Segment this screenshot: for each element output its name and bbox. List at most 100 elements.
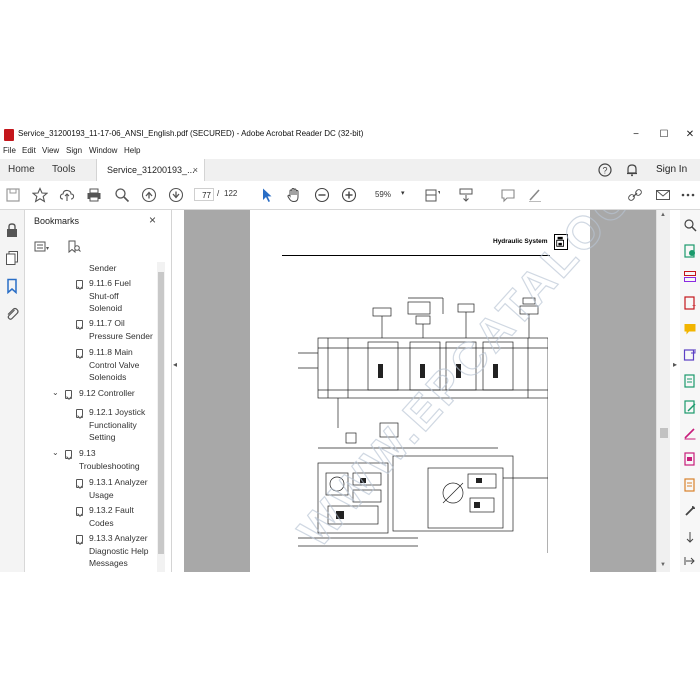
bookmarks-scrollbar[interactable] [157, 262, 165, 572]
bookmark-item-troubleshooting[interactable]: 9.13 Troubleshooting [79, 447, 140, 472]
menu-file[interactable]: File [3, 146, 16, 155]
collapse-tools-pane-icon[interactable] [683, 554, 697, 568]
print-production-icon[interactable] [683, 452, 697, 466]
hydraulic-system-icon [554, 234, 568, 250]
lock-icon[interactable] [4, 222, 20, 238]
menu-edit[interactable]: Edit [22, 146, 36, 155]
maximize-button[interactable]: ☐ [650, 126, 678, 144]
more-tools-wrench-icon[interactable] [683, 504, 697, 518]
save-icon[interactable] [5, 187, 21, 203]
document-viewer[interactable]: Hydraulic System WWW.EPCATALOG.COM [184, 210, 656, 572]
sign-in-link[interactable]: Sign In [656, 159, 687, 181]
bookmark-item-fuel-shutoff-solenoid[interactable]: 9.11.6 Fuel Shut-off Solenoid [89, 277, 131, 315]
bookmarks-panel-title: Bookmarks [34, 216, 80, 226]
menu-sign[interactable]: Sign [66, 146, 82, 155]
attachments-paperclip-icon[interactable] [4, 306, 20, 322]
bookmark-page-icon [65, 450, 72, 459]
close-tab-button[interactable]: × [193, 159, 198, 181]
tab-tools[interactable]: Tools [52, 159, 75, 181]
previous-page-icon[interactable] [141, 187, 157, 203]
bookmarks-scroll-thumb[interactable] [158, 272, 164, 554]
bookmark-item-fault-codes[interactable]: 9.13.2 Fault Codes [89, 504, 134, 529]
tab-home[interactable]: Home [8, 159, 35, 181]
bookmarks-panel: Bookmarks × ▾ Sender 9.11.6 Fuel Shut-of… [25, 210, 172, 572]
hand-tool-icon[interactable] [286, 187, 302, 203]
left-navigation-rail [0, 210, 25, 572]
window-title-bar: Service_31200193_11-17-06_ANSI_English.p… [0, 126, 700, 144]
zoom-out-icon[interactable] [314, 187, 330, 203]
close-window-button[interactable]: ✕ [676, 126, 700, 144]
bookmark-page-icon [76, 507, 83, 516]
svg-text:+: + [692, 303, 696, 310]
bookmark-item-analyzer-diagnostic-help-messages[interactable]: 9.13.3 Analyzer Diagnostic Help Messages [89, 532, 149, 570]
svg-text:?: ? [602, 166, 607, 176]
tab-bar: Home Tools Service_31200193_... × ? Sign… [0, 159, 700, 182]
organize-pages-icon[interactable] [683, 270, 697, 284]
bookmark-item-main-control-valve-solenoids[interactable]: 9.11.8 Main Control Valve Solenoids [89, 346, 139, 384]
bookmark-page-icon [76, 349, 83, 358]
bookmark-star-icon[interactable] [32, 187, 48, 203]
svg-text:▾: ▾ [438, 190, 440, 196]
upload-cloud-icon[interactable] [59, 187, 75, 203]
page-fit-icon[interactable]: ▾ [424, 187, 440, 203]
bookmark-item-joystick-functionality-setting[interactable]: 9.12.1 Joystick Functionality Setting [89, 406, 145, 444]
export-pdf-icon[interactable] [683, 244, 697, 258]
scroll-down-arrow-icon[interactable]: ▼ [660, 562, 666, 568]
select-cursor-icon[interactable] [259, 187, 275, 203]
bookmark-item-analyzer-usage[interactable]: 9.13.1 Analyzer Usage [89, 476, 148, 501]
share-link-icon[interactable] [627, 187, 643, 203]
bookmark-item-controller[interactable]: 9.12 Controller [79, 387, 135, 400]
search-zoom-icon[interactable] [114, 187, 130, 203]
create-pdf-icon[interactable]: + [683, 296, 697, 310]
zoom-level-field[interactable]: 59% [368, 188, 398, 201]
page-thumbnails-icon[interactable] [4, 250, 20, 266]
zoom-dropdown-chevron-icon[interactable]: ▾ [401, 189, 405, 197]
more-tools-icon[interactable] [680, 187, 696, 203]
acrobat-app-icon [4, 129, 14, 141]
notifications-bell-icon[interactable] [625, 163, 639, 177]
search-tool-icon[interactable] [683, 218, 697, 232]
bookmark-page-icon [76, 409, 83, 418]
help-icon[interactable]: ? [598, 163, 612, 177]
comment-tool-icon[interactable] [683, 322, 697, 336]
bookmark-page-icon [76, 280, 83, 289]
compress-pdf-icon[interactable] [683, 374, 697, 388]
document-tab-label: Service_31200193_... [107, 165, 195, 175]
collapse-left-pane-chevron-icon[interactable]: ◂ [173, 360, 177, 369]
bookmarks-ribbon-icon[interactable] [4, 278, 20, 295]
next-page-icon[interactable] [168, 187, 184, 203]
main-toolbar: 77 / 122 59% ▾ ▾ [0, 181, 700, 210]
fill-sign-icon[interactable] [683, 426, 697, 440]
protect-icon[interactable] [683, 478, 697, 492]
edit-pdf-icon[interactable] [683, 400, 697, 414]
highlight-pen-icon[interactable] [527, 187, 543, 203]
vertical-more-icon[interactable] [683, 530, 697, 544]
find-bookmark-icon[interactable] [66, 240, 82, 254]
document-scroll-thumb[interactable] [660, 428, 668, 438]
document-scrollbar[interactable]: ▲ ▼ [656, 210, 670, 572]
comment-icon[interactable] [500, 187, 516, 203]
page-separator: / [217, 189, 220, 198]
menu-window[interactable]: Window [89, 146, 117, 155]
share-tool-icon[interactable] [683, 348, 697, 362]
menu-view[interactable]: View [42, 146, 59, 155]
scroll-up-arrow-icon[interactable]: ▲ [660, 212, 666, 218]
hydraulic-schematic-diagram [298, 297, 548, 553]
expand-chevron-down-icon[interactable]: ⌄ [52, 448, 59, 457]
tab-document[interactable]: Service_31200193_... × [96, 159, 205, 181]
expand-chevron-down-icon[interactable]: ⌄ [52, 388, 59, 397]
page-number-input[interactable]: 77 [194, 188, 214, 201]
bookmark-options-icon[interactable]: ▾ [34, 240, 50, 254]
minimize-button[interactable]: − [622, 126, 650, 144]
bookmark-page-icon [76, 320, 83, 329]
email-icon[interactable] [655, 187, 671, 203]
close-bookmarks-panel-button[interactable]: × [149, 213, 156, 227]
svg-text:▾: ▾ [46, 246, 49, 252]
scroll-mode-icon[interactable] [458, 187, 474, 203]
collapse-right-pane-chevron-icon[interactable]: ▸ [673, 360, 677, 369]
menu-help[interactable]: Help [124, 146, 140, 155]
print-icon[interactable] [86, 187, 102, 203]
bookmark-item-oil-pressure-sender[interactable]: 9.11.7 Oil Pressure Sender [89, 317, 153, 342]
zoom-in-icon[interactable] [341, 187, 357, 203]
bookmark-item-sender[interactable]: Sender [89, 262, 116, 275]
